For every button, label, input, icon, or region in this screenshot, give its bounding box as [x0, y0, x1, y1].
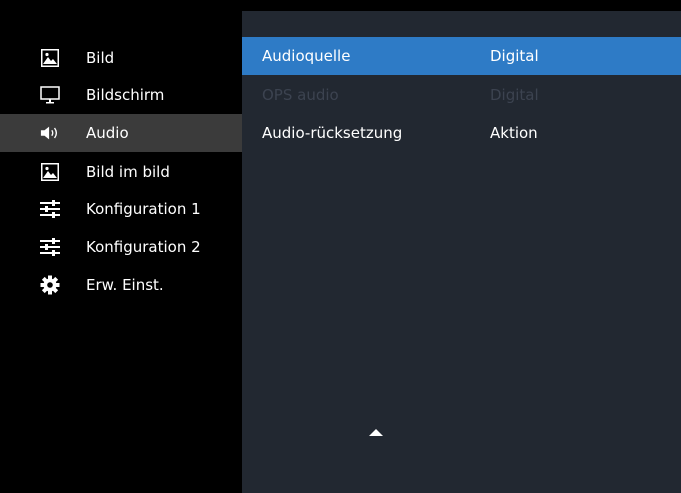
picture-icon — [40, 48, 60, 68]
gear-icon — [40, 275, 60, 295]
sidebar-item-bild[interactable]: Bild — [0, 39, 242, 77]
sliders-icon — [40, 199, 60, 219]
sidebar-item-label: Bild im bild — [86, 163, 170, 181]
setting-label: OPS audio — [262, 86, 339, 104]
sidebar-menu: Bild Bildschirm Audio Bild im bild Konfi… — [0, 0, 242, 493]
setting-value: Digital — [490, 86, 539, 104]
sidebar-item-konfiguration-1[interactable]: Konfiguration 1 — [0, 190, 242, 228]
setting-label: Audio-rücksetzung — [262, 124, 403, 142]
speaker-icon — [40, 123, 60, 143]
sliders-icon — [40, 237, 60, 257]
sidebar-item-label: Konfiguration 1 — [86, 200, 201, 218]
picture-icon — [40, 162, 60, 182]
setting-row-ops-audio: OPS audio Digital — [242, 76, 681, 114]
setting-row-audioquelle[interactable]: Audioquelle Digital — [242, 37, 681, 75]
scroll-up-arrow-icon[interactable] — [369, 429, 383, 436]
setting-value: Digital — [490, 47, 539, 65]
sidebar-item-label: Audio — [86, 124, 129, 142]
sidebar-item-bild-im-bild[interactable]: Bild im bild — [0, 153, 242, 191]
setting-value: Aktion — [490, 124, 538, 142]
sidebar-item-bildschirm[interactable]: Bildschirm — [0, 76, 242, 114]
sidebar-item-label: Erw. Einst. — [86, 276, 164, 294]
sidebar-item-audio[interactable]: Audio — [0, 114, 242, 152]
sidebar-item-konfiguration-2[interactable]: Konfiguration 2 — [0, 228, 242, 266]
setting-label: Audioquelle — [262, 47, 351, 65]
sidebar-item-label: Konfiguration 2 — [86, 238, 201, 256]
setting-row-audio-ruecksetzung[interactable]: Audio-rücksetzung Aktion — [242, 114, 681, 152]
sidebar-item-erw-einst[interactable]: Erw. Einst. — [0, 266, 242, 304]
sidebar-item-label: Bildschirm — [86, 86, 165, 104]
audio-settings-panel: Audioquelle Digital OPS audio Digital Au… — [242, 11, 681, 493]
monitor-icon — [40, 85, 60, 105]
sidebar-item-label: Bild — [86, 49, 115, 67]
